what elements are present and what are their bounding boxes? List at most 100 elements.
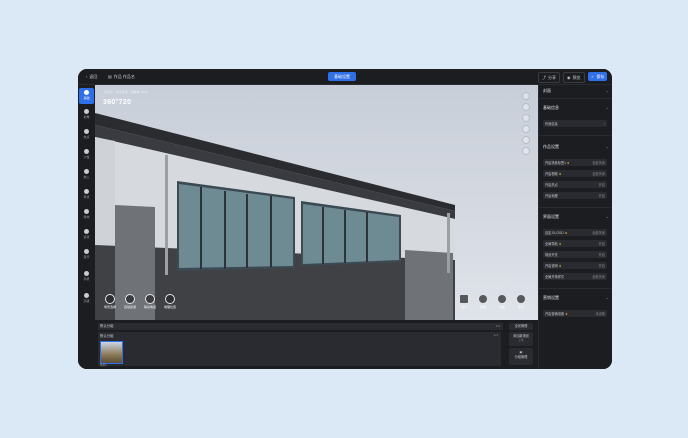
section-basic-info[interactable]: 基础信息 ⌄ — [543, 104, 609, 111]
scene-strip: 默认分组 1/1 默认分组 1/1 场景1 全景管理 添加新场景 上传 ▣ 分组… — [95, 320, 538, 369]
vip-crown-icon: ♛ — [558, 264, 562, 268]
vip-crown-icon: ♛ — [558, 242, 562, 246]
scene-breadcrumb: 场景名 · 场景名称 · 观看量: 6143 — [104, 90, 148, 94]
phone-icon — [84, 271, 89, 276]
tour-icon — [125, 294, 135, 304]
comment-icon — [516, 294, 526, 304]
gyroscope-icon[interactable] — [522, 103, 530, 111]
chevron-down-icon: ⌄ — [605, 214, 609, 219]
sidebar-item-mobile[interactable]: 手机 — [79, 269, 94, 285]
phone-icon — [145, 294, 155, 304]
section-work-settings[interactable]: 作品设置 ⌄ — [543, 143, 609, 150]
divider — [539, 288, 612, 289]
divider — [539, 207, 612, 208]
chevron-down-icon: ⌄ — [605, 295, 609, 300]
settings-icon — [84, 293, 89, 298]
divider — [539, 98, 612, 99]
sidebar-item-mask[interactable]: 遮罩 — [79, 227, 94, 243]
pin-icon — [84, 169, 89, 174]
vip-crown-icon: ♛ — [564, 231, 568, 235]
contact-phone-button[interactable]: 联系电话 — [143, 294, 157, 309]
chevron-down-icon: ⌄ — [605, 144, 609, 149]
chevron-down-icon: ⌄ — [605, 105, 609, 110]
add-scene-button[interactable]: 添加新场景 上传 — [509, 332, 533, 346]
auto-tour-button[interactable]: 自动巡游 — [123, 294, 137, 309]
scene-thumbnail[interactable] — [100, 341, 123, 364]
sidebar-item-basic[interactable]: 基础 — [79, 88, 94, 104]
work-info-row[interactable]: 作品信息 › — [543, 120, 607, 127]
setting-row[interactable]: 全局开场样式 全部关闭 — [543, 273, 607, 280]
target-icon — [84, 129, 89, 134]
chevron-down-icon: ⌄ — [605, 88, 609, 93]
eye-icon: ◉ — [567, 75, 571, 80]
location-button[interactable]: 地理位置 — [163, 294, 177, 309]
vr-icon[interactable] — [522, 114, 530, 122]
panorama-viewer[interactable]: 场景名 · 场景名称 · 观看量: 6143 360°720 — [95, 85, 538, 320]
sidebar-item-effects[interactable]: 特效 — [79, 207, 94, 223]
route-icon — [84, 189, 89, 194]
share-button[interactable]: ⤴ 分享 — [538, 72, 560, 83]
top-toolbar: ‹ 返回 ▤ 作品 作品名 基础设置 ⤴ 分享 ◉ 预览 ✓ 保存 — [78, 69, 612, 85]
heart-icon — [497, 294, 507, 304]
vip-crown-icon: ♛ — [558, 172, 562, 176]
preview-button[interactable]: ◉ 预览 — [563, 72, 585, 83]
group-row[interactable]: 默认分组 1/1 — [98, 323, 503, 330]
comment-button[interactable]: 评论 — [514, 294, 528, 309]
vip-crown-icon: ♛ — [565, 312, 568, 316]
scene-select-button[interactable]: 场景选择 — [103, 294, 117, 309]
section-cover[interactable]: 封面 ⌄ — [543, 87, 609, 94]
back-button[interactable]: ‹ 返回 — [83, 72, 100, 81]
group-management-button[interactable]: ▣ 分组管理 — [509, 348, 533, 365]
sidebar-item-sandbox[interactable]: 沙盘 — [79, 147, 94, 163]
fullscreen-icon[interactable] — [522, 92, 530, 100]
music-icon — [84, 249, 89, 254]
sidebar-item-view[interactable]: 视角 — [79, 107, 94, 123]
explain-button[interactable]: 说明 — [476, 294, 490, 309]
intro-button[interactable]: 简介 — [457, 294, 471, 309]
setting-row[interactable]: 开启场景标签1♛ 全部关闭 — [543, 159, 607, 166]
setting-row[interactable]: 开启营销设置♛ 未设置 — [543, 310, 607, 317]
left-sidebar: 基础 视角 热点 沙盘 嵌入 导览 特效 遮罩 音乐 手机 高级 — [78, 85, 95, 369]
more-icon[interactable] — [522, 147, 530, 155]
music-icon[interactable] — [522, 125, 530, 133]
setting-row[interactable]: 开启说明♛ 开启 — [543, 262, 607, 269]
location-icon — [165, 294, 175, 304]
vip-crown-icon: ♛ — [566, 161, 570, 165]
brand-logo: 360°720 — [103, 99, 132, 106]
eye-icon — [84, 109, 89, 114]
setting-row[interactable]: 自定义LOGO♛ 全部关闭 — [543, 229, 607, 236]
project-title[interactable]: ▤ 作品 作品名 — [105, 72, 138, 81]
chevron-right-icon: › — [603, 121, 605, 126]
section-interface-settings[interactable]: 界面设置 ⌄ — [543, 213, 609, 220]
setting-row[interactable]: 开启热点 开启 — [543, 181, 607, 188]
info-icon — [459, 294, 469, 304]
app-window: ‹ 返回 ▤ 作品 作品名 基础设置 ⤴ 分享 ◉ 预览 ✓ 保存 基础 视角 … — [78, 69, 612, 369]
back-arrow-icon: ‹ — [86, 74, 88, 79]
save-button[interactable]: ✓ 保存 — [588, 72, 608, 81]
building-photo — [95, 85, 538, 320]
setting-row[interactable]: 场景开关 开启 — [543, 251, 607, 258]
sidebar-item-guide[interactable]: 导览 — [79, 187, 94, 203]
document-icon: ▤ — [108, 74, 112, 79]
section-marketing-settings[interactable]: 营销设置 ⌄ — [543, 294, 609, 301]
setting-row[interactable]: 全局导航♛ 开启 — [543, 240, 607, 247]
mask-icon — [84, 229, 89, 234]
map-icon[interactable] — [522, 136, 530, 144]
basic-settings-tab[interactable]: 基础设置 — [328, 72, 356, 81]
sparkle-icon — [84, 209, 89, 214]
sidebar-item-advanced[interactable]: 高级 — [79, 291, 94, 307]
sidebar-item-embed[interactable]: 嵌入 — [79, 167, 94, 183]
like-button[interactable]: 点赞 — [495, 294, 509, 309]
sidebar-item-music[interactable]: 音乐 — [79, 247, 94, 263]
settings-panel: 封面 ⌄ 基础信息 ⌄ 作品信息 › 作品设置 ⌄ 开启场景标签1♛ 全部关闭 开启视频♛… — [538, 85, 612, 369]
home-icon — [84, 90, 89, 95]
map-icon — [84, 149, 89, 154]
sidebar-item-hotspot[interactable]: 热点 — [79, 127, 94, 143]
save-icon: ✓ — [591, 74, 595, 79]
scenes-icon — [105, 294, 115, 304]
scene-management-button[interactable]: 全景管理 — [509, 323, 533, 330]
scene-row: 默认分组 1/1 场景1 — [98, 332, 501, 367]
share-icon: ⤴ — [542, 75, 546, 80]
setting-row[interactable]: 开启视频♛ 全部关闭 — [543, 170, 607, 177]
setting-row[interactable]: 开启地理 开启 — [543, 192, 607, 199]
